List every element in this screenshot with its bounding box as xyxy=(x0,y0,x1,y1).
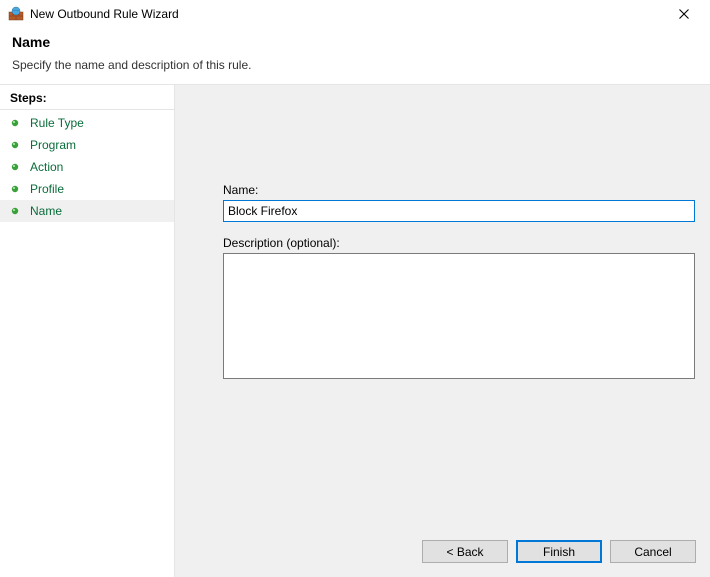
cancel-button[interactable]: Cancel xyxy=(610,540,696,563)
finish-button[interactable]: Finish xyxy=(516,540,602,563)
step-label: Name xyxy=(30,204,62,218)
steps-header: Steps: xyxy=(0,85,174,110)
name-label: Name: xyxy=(223,183,686,197)
wizard-body: Steps: Rule Type Program Action xyxy=(0,85,710,577)
step-program[interactable]: Program xyxy=(0,134,174,156)
window-title: New Outbound Rule Wizard xyxy=(30,7,179,21)
titlebar: New Outbound Rule Wizard xyxy=(0,0,710,28)
step-name[interactable]: Name xyxy=(0,200,174,222)
wizard-header: Name Specify the name and description of… xyxy=(0,28,710,84)
back-button[interactable]: < Back xyxy=(422,540,508,563)
description-input[interactable] xyxy=(223,253,695,379)
step-profile[interactable]: Profile xyxy=(0,178,174,200)
close-icon xyxy=(679,9,689,19)
steps-sidebar: Steps: Rule Type Program Action xyxy=(0,85,175,577)
step-label: Rule Type xyxy=(30,116,84,130)
page-subtitle: Specify the name and description of this… xyxy=(12,58,698,72)
page-title: Name xyxy=(12,34,698,50)
close-button[interactable] xyxy=(664,2,704,26)
steps-list: Rule Type Program Action Profile xyxy=(0,110,174,224)
step-bullet-icon xyxy=(10,118,20,128)
step-bullet-icon xyxy=(10,162,20,172)
wizard-buttons: < Back Finish Cancel xyxy=(422,540,696,563)
name-input[interactable] xyxy=(223,200,695,222)
step-label: Profile xyxy=(30,182,64,196)
step-bullet-icon xyxy=(10,206,20,216)
step-bullet-icon xyxy=(10,140,20,150)
step-bullet-icon xyxy=(10,184,20,194)
firewall-app-icon xyxy=(8,6,24,22)
step-label: Program xyxy=(30,138,76,152)
step-rule-type[interactable]: Rule Type xyxy=(0,112,174,134)
step-label: Action xyxy=(30,160,63,174)
step-action[interactable]: Action xyxy=(0,156,174,178)
form-block: Name: Description (optional): xyxy=(223,183,686,379)
description-label: Description (optional): xyxy=(223,236,686,250)
content-panel: Name: Description (optional): < Back Fin… xyxy=(175,85,710,577)
